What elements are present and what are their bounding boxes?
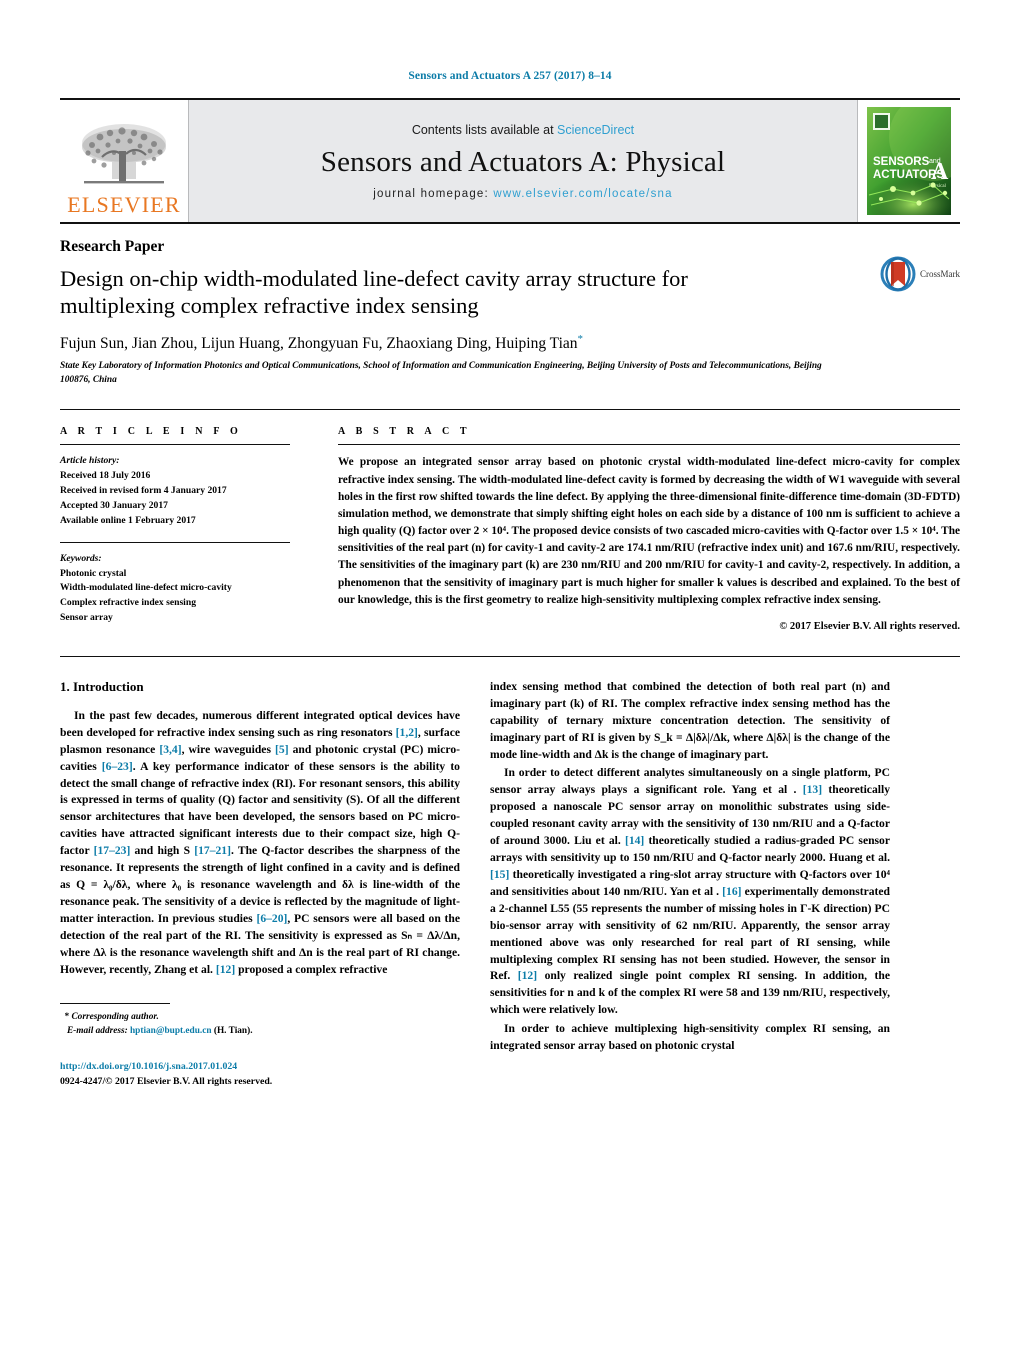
crossmark-badge[interactable]: CrossMark xyxy=(880,256,960,292)
affiliation: State Key Laboratory of Information Phot… xyxy=(60,361,822,385)
history-item: Available online 1 February 2017 xyxy=(60,514,196,526)
abstract-column: A B S T R A C T We propose an integrated… xyxy=(338,426,960,632)
history-item: Received in revised form 4 January 2017 xyxy=(60,485,227,497)
abstract-rule xyxy=(338,444,960,446)
paper-page: Sensors and Actuators A 257 (2017) 8–14 xyxy=(0,0,1020,1351)
corresponding-author-note: * Corresponding author. xyxy=(60,1010,460,1025)
banner-center: Contents lists available at ScienceDirec… xyxy=(188,100,858,222)
article-info-column: A R T I C L E I N F O Article history: R… xyxy=(60,426,338,631)
elsevier-wordmark: ELSEVIER xyxy=(67,192,181,217)
journal-title: Sensors and Actuators A: Physical xyxy=(320,145,726,178)
footnote-star: * xyxy=(64,1010,70,1021)
abstract-heading: A B S T R A C T xyxy=(338,426,471,438)
article-history-label: Article history: xyxy=(60,455,120,467)
page-title: Design on-chip width-modulated line-defe… xyxy=(60,266,688,318)
homepage-line: journal homepage: www.elsevier.com/locat… xyxy=(373,188,672,200)
footnote-block: * Corresponding author. E-mail address: … xyxy=(60,1010,460,1039)
paragraph: In order to detect different analytes si… xyxy=(490,766,890,1017)
journal-cover-icon: SENSORS and ACTUATORS A Physical xyxy=(867,107,951,215)
journal-cover-thumbnail: SENSORS and ACTUATORS A Physical xyxy=(858,100,960,222)
article-info-heading: A R T I C L E I N F O xyxy=(60,426,242,438)
corresponding-author-label: Corresponding author. xyxy=(71,1011,159,1022)
history-item: Accepted 30 January 2017 xyxy=(60,499,168,511)
running-head: Sensors and Actuators A 257 (2017) 8–14 xyxy=(408,70,612,82)
journal-homepage-link[interactable]: www.elsevier.com/locate/sna xyxy=(493,188,672,200)
doi-link[interactable]: http://dx.doi.org/10.1016/j.sna.2017.01.… xyxy=(60,1061,237,1072)
issn-line: 0924-4247/© 2017 Elsevier B.V. All right… xyxy=(60,1076,273,1088)
article-type: Research Paper xyxy=(60,238,165,255)
keywords-rule xyxy=(60,541,290,543)
svg-text:A: A xyxy=(931,159,949,185)
elsevier-tree-icon xyxy=(82,124,166,184)
author-list: Fujun Sun, Jian Zhou, Lijun Huang, Zhong… xyxy=(60,333,960,353)
abstract-copyright: © 2017 Elsevier B.V. All rights reserved… xyxy=(779,620,960,632)
paragraph: index sensing method that combined the d… xyxy=(490,679,890,761)
info-abstract-section: A R T I C L E I N F O Article history: R… xyxy=(60,410,960,632)
keywords-list: Keywords: Photonic crystal Width-modulat… xyxy=(60,552,290,626)
footnote-divider xyxy=(60,1002,170,1004)
elsevier-logo: ELSEVIER xyxy=(60,100,188,222)
section-heading-introduction: 1. Introduction xyxy=(60,679,460,695)
crossmark-icon xyxy=(880,256,916,292)
email-note: E-mail address: hptian@bupt.edu.cn (H. T… xyxy=(60,1025,460,1039)
section-number: 1. xyxy=(60,678,70,694)
svg-text:SENSORS: SENSORS xyxy=(873,156,930,168)
body-column-left: 1. Introduction In the past few decades,… xyxy=(60,679,460,1090)
keywords-label: Keywords: xyxy=(60,552,102,564)
email-suffix: (H. Tian). xyxy=(213,1025,253,1036)
corresponding-author-marker: * xyxy=(577,333,584,345)
article-history: Article history: Received 18 July 2016 R… xyxy=(60,454,290,528)
keyword-item: Complex refractive index sensing xyxy=(60,597,196,609)
section-title: Introduction xyxy=(73,678,144,694)
article-info-rule xyxy=(60,444,290,446)
email-link[interactable]: hptian@bupt.edu.cn xyxy=(130,1026,212,1036)
keyword-item: Photonic crystal xyxy=(60,567,127,579)
body-column-right: index sensing method that combined the d… xyxy=(490,679,890,1090)
title-block: Research Paper Design on-chip width-modu… xyxy=(60,238,960,387)
history-item: Received 18 July 2016 xyxy=(60,470,151,482)
crossmark-label: CrossMark xyxy=(920,269,960,279)
paragraph: In order to achieve multiplexing high-se… xyxy=(490,1022,890,1053)
authors-text: Fujun Sun, Jian Zhou, Lijun Huang, Zhong… xyxy=(60,335,578,353)
keyword-item: Sensor array xyxy=(60,612,113,624)
contents-prefix: Contents lists available at xyxy=(411,122,558,137)
journal-banner: ELSEVIER Contents lists available at Sci… xyxy=(60,98,960,224)
abstract-text: We propose an integrated sensor array ba… xyxy=(338,456,960,606)
paragraph: In the past few decades, numerous differ… xyxy=(60,708,461,976)
email-label: E-mail address: xyxy=(66,1025,128,1036)
homepage-prefix: journal homepage: xyxy=(373,187,494,200)
doi-block: http://dx.doi.org/10.1016/j.sna.2017.01.… xyxy=(60,1060,460,1089)
keyword-item: Width-modulated line-defect micro-cavity xyxy=(60,582,232,594)
sciencedirect-link[interactable]: ScienceDirect xyxy=(557,123,634,137)
body-columns: 1. Introduction In the past few decades,… xyxy=(60,657,960,1090)
contents-line: Contents lists available at ScienceDirec… xyxy=(412,123,634,137)
